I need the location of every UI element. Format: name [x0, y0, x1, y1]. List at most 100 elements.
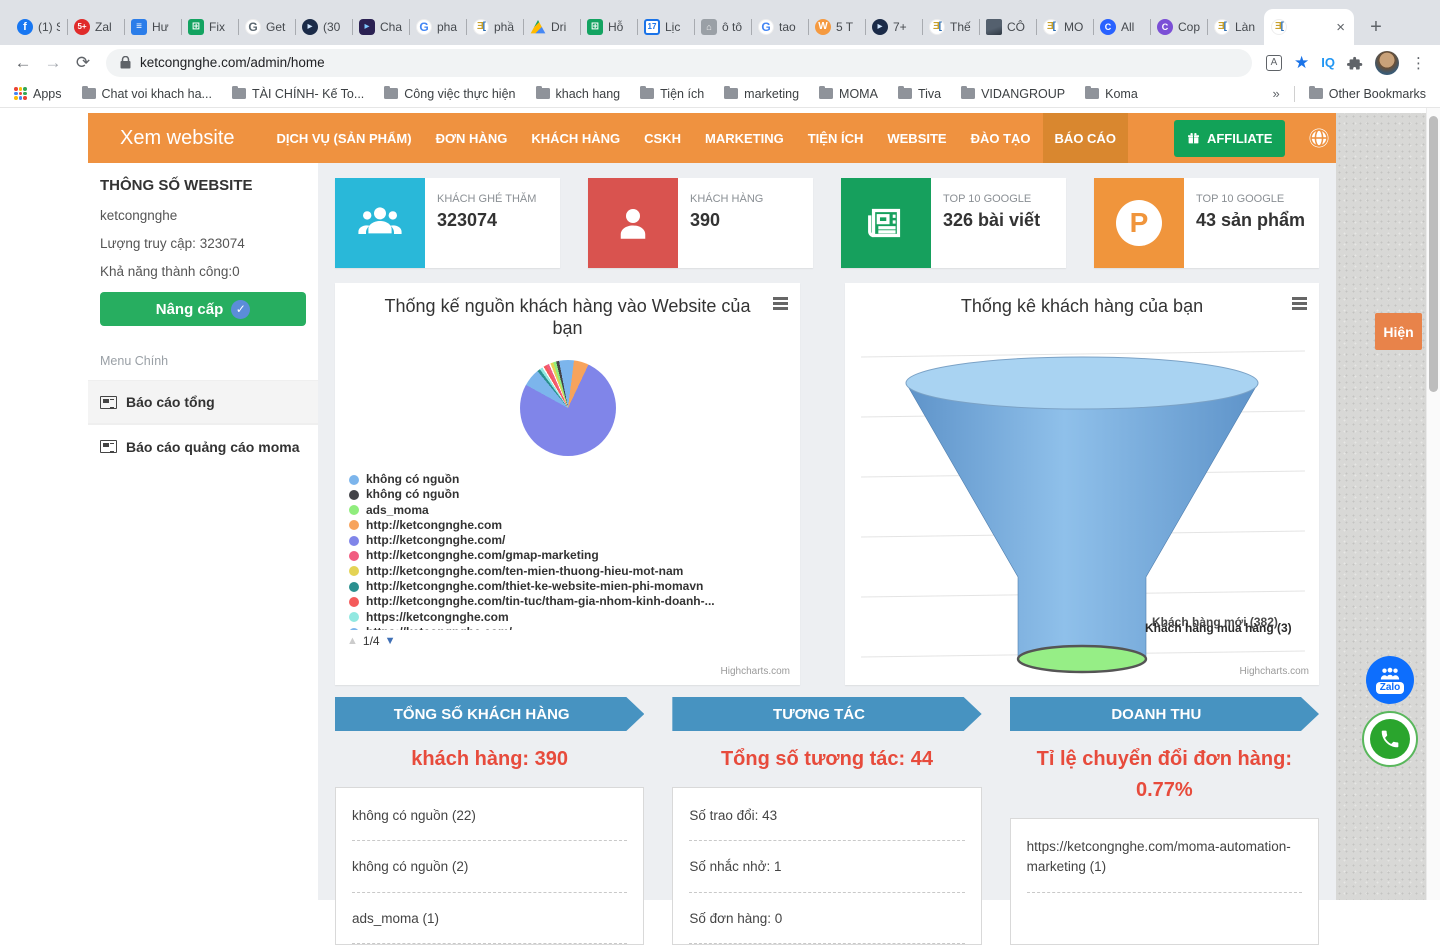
back-button[interactable]: ←	[8, 53, 38, 73]
nav-item[interactable]: DỊCH VỤ (SẢN PHẨM)	[265, 113, 424, 163]
reload-button[interactable]: ⟳	[68, 53, 98, 73]
legend-item[interactable]: http://ketcongnghe.com	[349, 518, 800, 533]
highcharts-credit[interactable]: Highcharts.com	[1240, 666, 1309, 677]
bookmark-folder[interactable]: marketing	[724, 87, 799, 101]
browser-tab[interactable]: Ǝ[Thế	[922, 9, 979, 45]
legend-item[interactable]: http://ketcongnghe.com/tin-tuc/tham-gia-…	[349, 594, 800, 609]
globe-icon[interactable]	[1307, 126, 1331, 150]
browser-tab[interactable]: Ǝ[phầ	[466, 9, 523, 45]
browser-tab[interactable]: ≡Hư	[124, 9, 181, 45]
summary-list: https://ketcongnghe.com/moma-automation-…	[1010, 818, 1319, 945]
browser-tab[interactable]: f(1) S	[10, 9, 67, 45]
browser-tab[interactable]: ⌂ô tô	[694, 9, 751, 45]
nav-item[interactable]: ĐƠN HÀNG	[424, 113, 520, 163]
bookmark-folder[interactable]: Công việc thực hiện	[384, 87, 515, 101]
browser-tab[interactable]: ▸(30	[295, 9, 352, 45]
drive-favicon	[530, 19, 546, 35]
legend-item[interactable]: không có nguồn	[349, 487, 800, 502]
browser-tab[interactable]: W5 T	[808, 9, 865, 45]
nav-item[interactable]: MARKETING	[693, 113, 796, 163]
nav-item[interactable]: WEBSITE	[875, 113, 958, 163]
upgrade-button[interactable]: Nâng cấp ✓	[100, 292, 306, 326]
bookmark-folder[interactable]: VIDANGROUP	[961, 87, 1065, 101]
bookmark-folder[interactable]: Tiva	[898, 87, 941, 101]
bookmark-label: Tiva	[918, 87, 941, 101]
other-bookmarks[interactable]: Other Bookmarks	[1309, 87, 1426, 101]
hien-button[interactable]: Hiện	[1375, 313, 1422, 350]
bookmark-star-icon[interactable]: ★	[1294, 53, 1309, 73]
sidebar-menu-item[interactable]: Báo cáo tổng	[88, 380, 318, 424]
legend-item[interactable]: http://ketcongnghe.com/gmap-marketing	[349, 548, 800, 563]
nav-item[interactable]: TIỆN ÍCH	[796, 113, 876, 163]
bookmark-apps[interactable]: Apps	[14, 87, 62, 101]
summary-list: Số trao đổi: 43Số nhắc nhở: 1Số đơn hàng…	[672, 787, 981, 945]
highcharts-credit[interactable]: Highcharts.com	[721, 666, 790, 677]
legend-item[interactable]: không có nguồn	[349, 472, 800, 487]
zalo-people-icon	[1379, 667, 1401, 681]
browser-tab[interactable]: GGet	[238, 9, 295, 45]
phone-call-widget[interactable]	[1362, 711, 1418, 767]
forward-button[interactable]: →	[38, 53, 68, 73]
legend-item[interactable]: http://ketcongnghe.com/thiet-ke-website-…	[349, 579, 800, 594]
lock-icon	[120, 56, 131, 69]
browser-tab[interactable]: ⊞Hỗ	[580, 9, 637, 45]
pie-chart[interactable]	[520, 360, 616, 456]
translate-icon[interactable]: A	[1266, 55, 1282, 71]
extensions-puzzle-icon[interactable]	[1347, 55, 1363, 71]
zalo-favicon: 5+	[74, 19, 90, 35]
legend-page-up-icon[interactable]: ▲	[347, 635, 358, 647]
address-bar[interactable]: ketcongnghe.com/admin/home	[106, 49, 1252, 77]
stat-label: TOP 10 GOOGLE	[1196, 193, 1305, 205]
browser-profile-avatar[interactable]	[1375, 51, 1399, 75]
legend-item[interactable]: http://ketcongnghe.com/ten-mien-thuong-h…	[349, 564, 800, 579]
browser-tab[interactable]: Gpha	[409, 9, 466, 45]
nav-item[interactable]: KHÁCH HÀNG	[519, 113, 632, 163]
bookmark-folder[interactable]: TÀI CHÍNH- Kế To...	[232, 87, 364, 101]
new-tab-button[interactable]: +	[1362, 13, 1390, 41]
affiliate-button[interactable]: AFFILIATE	[1174, 120, 1285, 157]
bookmark-folder[interactable]: Koma	[1085, 87, 1138, 101]
legend-item[interactable]: https://ketcongnghe.com/	[349, 625, 800, 630]
zalo-widget[interactable]: Zalo	[1366, 656, 1414, 704]
browser-tab[interactable]: CAll	[1093, 9, 1150, 45]
legend-page-down-icon[interactable]: ▼	[385, 635, 396, 647]
iq-extension-icon[interactable]: IQ	[1321, 55, 1335, 70]
chart-context-menu-icon[interactable]	[1292, 297, 1307, 310]
browser-tab[interactable]: CÔ	[979, 9, 1036, 45]
bookmark-folder[interactable]: MOMA	[819, 87, 878, 101]
nav-item[interactable]: CSKH	[632, 113, 693, 163]
bookmark-folder[interactable]: Tiện ích	[640, 87, 704, 101]
browser-tab[interactable]: Dri	[523, 9, 580, 45]
browser-tab[interactable]: ▸Cha	[352, 9, 409, 45]
chart-context-menu-icon[interactable]	[773, 297, 788, 310]
legend-item[interactable]: ads_moma	[349, 503, 800, 518]
bookmark-folder[interactable]: Chat voi khach ha...	[82, 87, 212, 101]
legend-label: http://ketcongnghe.com	[366, 518, 502, 533]
scrollbar-thumb[interactable]	[1429, 116, 1438, 392]
moma-favicon: Ǝ[	[1214, 19, 1230, 35]
browser-tab[interactable]: ⊞Fix	[181, 9, 238, 45]
legend-label: http://ketcongnghe.com/	[366, 533, 505, 548]
tab-title: Hư	[152, 20, 174, 34]
tab-close-icon[interactable]: ×	[1334, 20, 1347, 35]
nav-item[interactable]: BÁO CÁO	[1043, 113, 1128, 163]
legend-item[interactable]: https://ketcongnghe.com	[349, 610, 800, 625]
view-website-link[interactable]: Xem website	[120, 127, 235, 150]
chrome-menu-icon[interactable]: ⋮	[1411, 54, 1426, 72]
browser-tab[interactable]: CCop	[1150, 9, 1207, 45]
browser-tab[interactable]: Ǝ[Làn	[1207, 9, 1264, 45]
legend-item[interactable]: http://ketcongnghe.com/	[349, 533, 800, 548]
stat-value: 43 sản phẩm	[1196, 210, 1305, 231]
browser-tab[interactable]: Ǝ[MO	[1036, 9, 1093, 45]
browser-tab[interactable]: 5+Zal	[67, 9, 124, 45]
sidebar-menu-item[interactable]: Báo cáo quảng cáo moma	[88, 424, 318, 468]
nav-item[interactable]: ĐÀO TẠO	[959, 113, 1043, 163]
bookmark-folder[interactable]: khach hang	[536, 87, 621, 101]
browser-tab[interactable]: Gtao	[751, 9, 808, 45]
page-scrollbar[interactable]	[1426, 108, 1440, 900]
bookmarks-overflow-chevron[interactable]: »	[1273, 86, 1280, 101]
browser-tab[interactable]: 17Lịc	[637, 9, 694, 45]
browser-tab-active[interactable]: Ǝ[×	[1264, 9, 1354, 45]
browser-tab[interactable]: ▸7+	[865, 9, 922, 45]
pie-chart-title: Thống kế nguồn khách hàng vào Website củ…	[369, 296, 766, 340]
